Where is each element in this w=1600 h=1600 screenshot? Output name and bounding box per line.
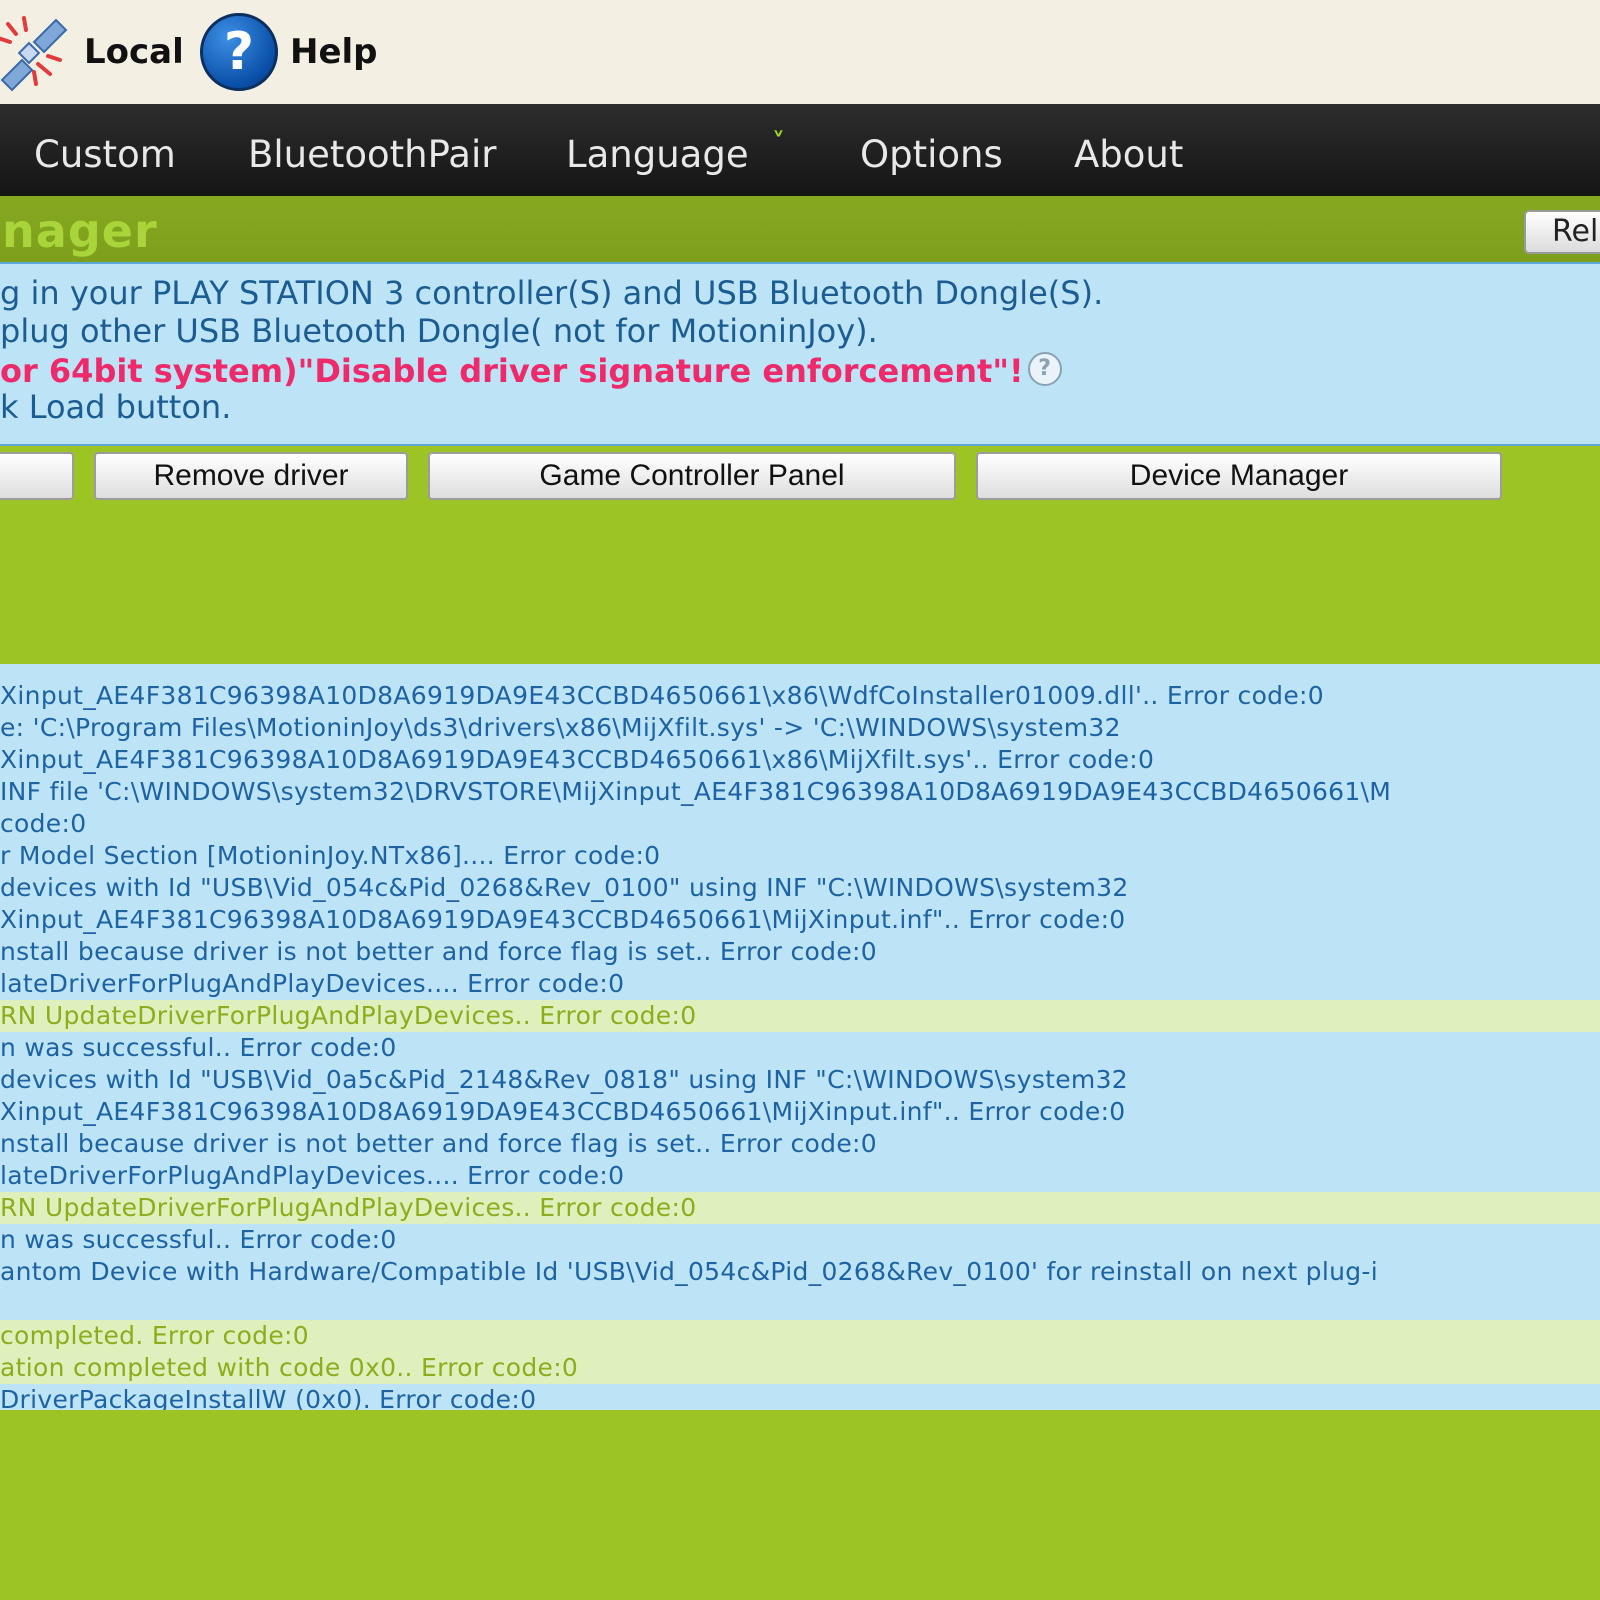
nav-item-custom[interactable]: Custom	[34, 104, 176, 196]
instruction-warning-text: or 64bit system)"Disable driver signatur…	[0, 352, 1024, 390]
log-row: nstall because driver is not better and …	[0, 1128, 1600, 1160]
instruction-line-4: k Load button.	[0, 388, 232, 426]
log-row-text: lateDriverForPlugAndPlayDevices.... Erro…	[0, 969, 625, 998]
log-row: INF file 'C:\WINDOWS\system32\DRVSTORE\M…	[0, 776, 1600, 808]
game-controller-panel-button[interactable]: Game Controller Panel	[428, 452, 956, 500]
log-row-text: lateDriverForPlugAndPlayDevices.... Erro…	[0, 1161, 625, 1190]
instruction-line-1: g in your PLAY STATION 3 controller(S) a…	[0, 274, 1104, 312]
log-row: devices with Id "USB\Vid_054c&Pid_0268&R…	[0, 872, 1600, 904]
question-icon[interactable]: ?	[1027, 352, 1062, 386]
log-row-text: r Model Section [MotioninJoy.NTx86].... …	[0, 841, 661, 870]
local-button[interactable]: Local	[0, 0, 184, 104]
log-row-highlighted: ation completed with code 0x0.. Error co…	[0, 1352, 1600, 1384]
log-row: Xinput_AE4F381C96398A10D8A6919DA9E43CCBD…	[0, 680, 1600, 712]
log-row-text: antom Device with Hardware/Compatible Id…	[0, 1257, 1378, 1286]
log-row-text: devices with Id "USB\Vid_054c&Pid_0268&R…	[0, 873, 1129, 902]
local-label: Local	[84, 32, 184, 72]
nav-item-options[interactable]: Options	[860, 104, 1003, 196]
log-panel[interactable]: Xinput_AE4F381C96398A10D8A6919DA9E43CCBD…	[0, 664, 1600, 1410]
manager-header: anager	[0, 196, 1600, 262]
top-toolbar: Local ? Help	[0, 0, 1600, 104]
log-row: Xinput_AE4F381C96398A10D8A6919DA9E43CCBD…	[0, 744, 1600, 776]
log-row-text: n was successful.. Error code:0	[0, 1225, 397, 1254]
log-row-text: Xinput_AE4F381C96398A10D8A6919DA9E43CCBD…	[0, 1097, 1126, 1126]
log-row	[0, 1288, 1600, 1320]
remove-driver-button[interactable]: Remove driver	[94, 452, 408, 500]
help-label: Help	[290, 32, 378, 72]
log-row: DriverPackageInstallW (0x0). Error code:…	[0, 1384, 1600, 1410]
log-row-text: completed. Error code:0	[0, 1321, 309, 1350]
instruction-line-2: plug other USB Bluetooth Dongle( not for…	[0, 312, 878, 350]
plug-icon	[0, 12, 72, 92]
log-row-text: code:0	[0, 809, 87, 838]
log-row-text: ation completed with code 0x0.. Error co…	[0, 1353, 579, 1382]
main-nav: Custom BluetoothPair Language Options Ab…	[0, 104, 1600, 196]
log-row: devices with Id "USB\Vid_0a5c&Pid_2148&R…	[0, 1064, 1600, 1096]
log-row-text: nstall because driver is not better and …	[0, 1129, 877, 1158]
log-row: Xinput_AE4F381C96398A10D8A6919DA9E43CCBD…	[0, 904, 1600, 936]
log-row: r Model Section [MotioninJoy.NTx86].... …	[0, 840, 1600, 872]
log-row-text: n was successful.. Error code:0	[0, 1033, 397, 1062]
log-row-text: e: 'C:\Program Files\MotioninJoy\ds3\dri…	[0, 713, 1121, 742]
log-row-text: DriverPackageInstallW (0x0). Error code:…	[0, 1385, 537, 1410]
log-row: nstall because driver is not better and …	[0, 936, 1600, 968]
log-row-highlighted: RN UpdateDriverForPlugAndPlayDevices.. E…	[0, 1000, 1600, 1032]
chevron-down-icon[interactable]: ˅	[772, 128, 785, 158]
log-row-text: Xinput_AE4F381C96398A10D8A6919DA9E43CCBD…	[0, 745, 1155, 774]
device-manager-button[interactable]: Device Manager	[976, 452, 1502, 500]
log-row-highlighted: RN UpdateDriverForPlugAndPlayDevices.. E…	[0, 1192, 1600, 1224]
log-row-text: RN UpdateDriverForPlugAndPlayDevices.. E…	[0, 1193, 697, 1222]
log-row-text: INF file 'C:\WINDOWS\system32\DRVSTORE\M…	[0, 777, 1392, 806]
nav-item-about[interactable]: About	[1074, 104, 1183, 196]
load-button[interactable]	[0, 452, 74, 500]
log-row: lateDriverForPlugAndPlayDevices.... Erro…	[0, 1160, 1600, 1192]
instruction-warning: or 64bit system)"Disable driver signatur…	[0, 352, 1062, 390]
instructions-panel: g in your PLAY STATION 3 controller(S) a…	[0, 262, 1600, 446]
nav-item-language[interactable]: Language	[566, 104, 749, 196]
log-row: n was successful.. Error code:0	[0, 1032, 1600, 1064]
log-row-text: devices with Id "USB\Vid_0a5c&Pid_2148&R…	[0, 1065, 1128, 1094]
log-row-highlighted: completed. Error code:0	[0, 1320, 1600, 1352]
reload-button[interactable]: Rel	[1524, 210, 1600, 254]
log-row: antom Device with Hardware/Compatible Id…	[0, 1256, 1600, 1288]
log-row-text: Xinput_AE4F381C96398A10D8A6919DA9E43CCBD…	[0, 681, 1324, 710]
log-row: n was successful.. Error code:0	[0, 1224, 1600, 1256]
log-row-text: Xinput_AE4F381C96398A10D8A6919DA9E43CCBD…	[0, 905, 1126, 934]
help-button[interactable]: ? Help	[200, 0, 378, 104]
log-row: Xinput_AE4F381C96398A10D8A6919DA9E43CCBD…	[0, 1096, 1600, 1128]
page-title: anager	[0, 204, 158, 258]
log-row: e: 'C:\Program Files\MotioninJoy\ds3\dri…	[0, 712, 1600, 744]
log-row: lateDriverForPlugAndPlayDevices.... Erro…	[0, 968, 1600, 1000]
nav-item-bluetoothpair[interactable]: BluetoothPair	[248, 104, 496, 196]
log-row: code:0	[0, 808, 1600, 840]
log-row-text: RN UpdateDriverForPlugAndPlayDevices.. E…	[0, 1001, 697, 1030]
help-icon: ?	[200, 13, 278, 91]
log-row-text: nstall because driver is not better and …	[0, 937, 877, 966]
